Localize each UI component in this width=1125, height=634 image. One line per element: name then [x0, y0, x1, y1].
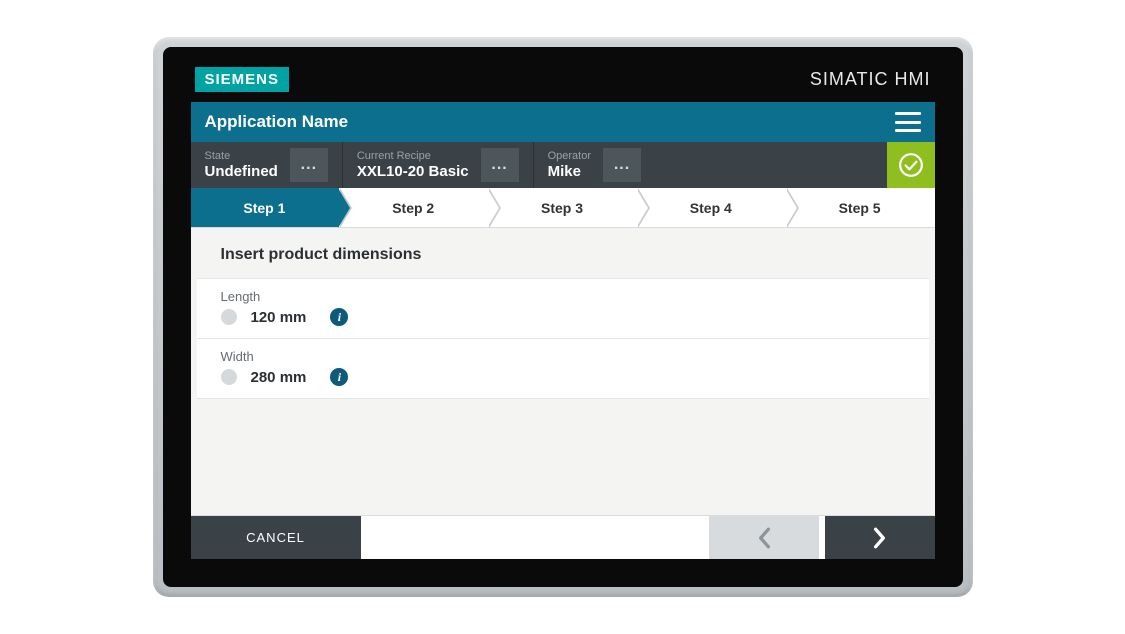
field-length-value[interactable]: 120 mm — [251, 309, 307, 326]
step-3[interactable]: Step 3 — [488, 188, 637, 227]
step-3-label: Step 3 — [541, 200, 583, 216]
step-2-label: Step 2 — [392, 200, 434, 216]
footer: CANCEL — [191, 515, 935, 559]
radio-length[interactable] — [221, 309, 237, 325]
content-area: Insert product dimensions Length 120 mm … — [191, 228, 935, 515]
titlebar: Application Name — [191, 102, 935, 142]
status-recipe-value: XXL10-20 Basic — [357, 163, 469, 180]
product-label: SIMATIC HMI — [810, 69, 931, 90]
info-icon[interactable]: i — [330, 308, 348, 326]
status-operator-label: Operator — [548, 150, 591, 162]
status-operator: Operator Mike ... — [534, 142, 655, 188]
field-width-value[interactable]: 280 mm — [251, 369, 307, 386]
screen: Application Name State Undefined ... Cur… — [191, 102, 935, 559]
field-length: Length 120 mm i — [197, 278, 929, 338]
content-title: Insert product dimensions — [197, 246, 929, 278]
chevron-right-icon — [873, 527, 887, 549]
status-state-value: Undefined — [205, 163, 278, 180]
step-4[interactable]: Step 4 — [637, 188, 786, 227]
step-1[interactable]: Step 1 — [191, 188, 340, 227]
radio-width[interactable] — [221, 369, 237, 385]
cancel-button[interactable]: CANCEL — [191, 516, 361, 559]
stepper: Step 1 Step 2 Step 3 Step 4 Step 5 — [191, 188, 935, 228]
step-2[interactable]: Step 2 — [339, 188, 488, 227]
status-state-label: State — [205, 150, 278, 162]
step-1-label: Step 1 — [243, 200, 285, 216]
field-width-label: Width — [221, 349, 905, 364]
field-width: Width 280 mm i — [197, 338, 929, 399]
chevron-left-icon — [757, 527, 771, 549]
status-recipe: Current Recipe XXL10-20 Basic ... — [343, 142, 533, 188]
info-icon[interactable]: i — [330, 368, 348, 386]
siemens-logo: SIEMENS — [195, 67, 290, 92]
step-4-label: Step 4 — [690, 200, 732, 216]
check-circle-icon — [898, 152, 924, 178]
field-length-label: Length — [221, 289, 905, 304]
status-bar: State Undefined ... Current Recipe XXL10… — [191, 142, 935, 188]
status-ok-indicator[interactable] — [887, 142, 935, 188]
status-recipe-label: Current Recipe — [357, 150, 469, 162]
app-title: Application Name — [205, 112, 349, 132]
status-state: State Undefined ... — [191, 142, 342, 188]
bezel-top: SIEMENS SIMATIC HMI — [191, 61, 935, 102]
recipe-more-button[interactable]: ... — [481, 148, 519, 182]
state-more-button[interactable]: ... — [290, 148, 328, 182]
step-5-label: Step 5 — [839, 200, 881, 216]
hmi-device-frame: SIEMENS SIMATIC HMI Application Name Sta… — [153, 37, 973, 597]
prev-button[interactable] — [709, 516, 819, 559]
bezel: SIEMENS SIMATIC HMI Application Name Sta… — [163, 47, 963, 587]
footer-spacer — [361, 516, 709, 559]
step-5[interactable]: Step 5 — [786, 188, 935, 227]
operator-more-button[interactable]: ... — [603, 148, 641, 182]
next-button[interactable] — [825, 516, 935, 559]
menu-icon[interactable] — [895, 112, 921, 132]
status-operator-value: Mike — [548, 163, 591, 180]
